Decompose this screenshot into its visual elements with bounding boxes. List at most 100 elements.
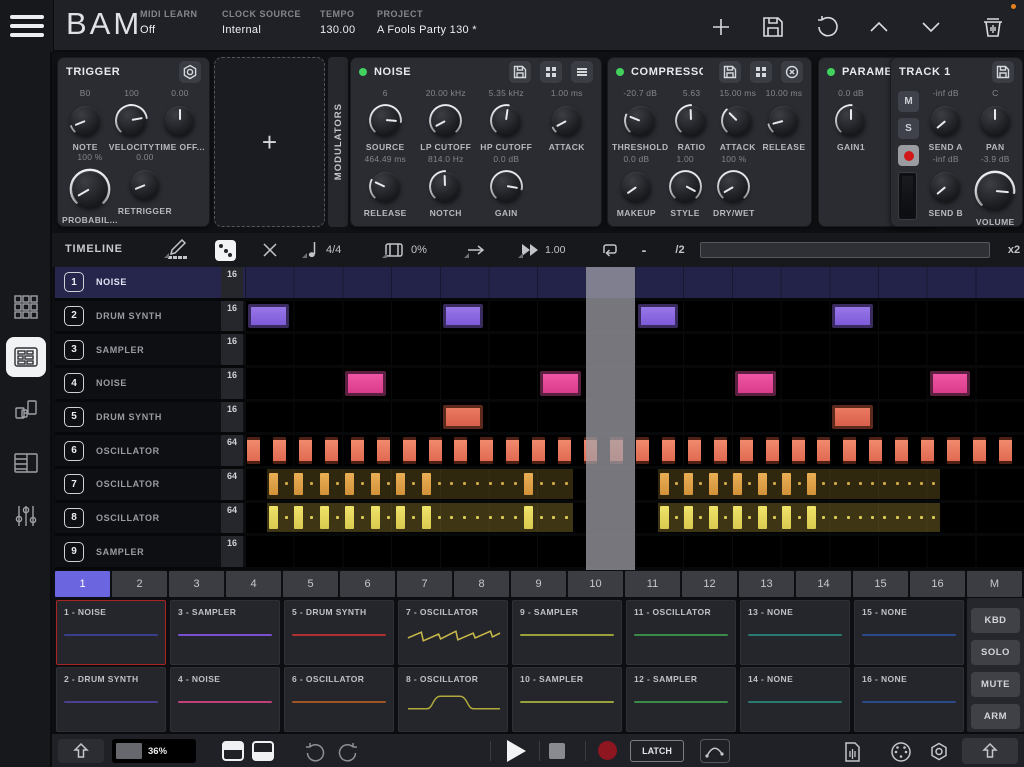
split-bottom-view-button[interactable] xyxy=(252,741,274,761)
step-bar[interactable] xyxy=(766,437,779,464)
pattern-cell-14[interactable]: 14 - NONE xyxy=(740,667,850,732)
pattern-cell-3[interactable]: 3 - SAMPLER xyxy=(170,600,280,665)
pattern-cell-9[interactable]: 9 - SAMPLER xyxy=(512,600,622,665)
scene-tab-14[interactable]: 14 xyxy=(796,571,851,597)
track-row-2[interactable]: 2DRUM SYNTH16 xyxy=(55,301,245,332)
time-signature-button[interactable]: 4/4 xyxy=(302,238,358,262)
grid-row-6[interactable] xyxy=(245,435,1024,466)
step-bar[interactable] xyxy=(792,437,805,464)
step-bar[interactable] xyxy=(247,437,260,464)
pattern-cell-10[interactable]: 10 - SAMPLER xyxy=(512,667,622,732)
step-bar[interactable] xyxy=(454,437,467,464)
sidebar-item-sequencer[interactable] xyxy=(6,337,46,377)
grid-row-5[interactable] xyxy=(245,402,1024,433)
double-label[interactable]: x2 xyxy=(1004,238,1024,262)
knob-dial[interactable] xyxy=(927,168,964,205)
pattern-cell-11[interactable]: 11 - OSCILLATOR xyxy=(626,600,736,665)
pattern-cell-4[interactable]: 4 - NOISE xyxy=(170,667,280,732)
automation-button[interactable] xyxy=(700,739,730,763)
scene-tab-16[interactable]: 16 xyxy=(910,571,965,597)
step-bar[interactable] xyxy=(662,437,675,464)
step-bar[interactable] xyxy=(532,437,545,464)
scene-tab-13[interactable]: 13 xyxy=(739,571,794,597)
split-top-view-button[interactable] xyxy=(222,741,244,761)
active-dot[interactable] xyxy=(616,68,624,76)
scene-tab-6[interactable]: 6 xyxy=(340,571,395,597)
note-clip[interactable] xyxy=(658,503,940,533)
scene-tab-15[interactable]: 15 xyxy=(853,571,908,597)
repeat-button[interactable] xyxy=(598,238,622,262)
step-bar[interactable] xyxy=(973,437,986,464)
mute-button[interactable]: M xyxy=(898,91,919,112)
sidebar-item-launch-grid[interactable] xyxy=(6,287,46,327)
knob-dial[interactable] xyxy=(622,102,659,139)
record-button[interactable] xyxy=(598,741,617,760)
knob-dial[interactable] xyxy=(673,102,710,139)
step-bar[interactable] xyxy=(299,437,312,464)
step-bar[interactable] xyxy=(740,437,753,464)
knob-dial[interactable] xyxy=(113,102,150,139)
knob-dial[interactable] xyxy=(977,102,1014,139)
step-bar[interactable] xyxy=(558,437,571,464)
step-bar[interactable] xyxy=(429,437,442,464)
step-bar[interactable] xyxy=(480,437,493,464)
pattern-block[interactable] xyxy=(443,304,484,329)
step-bar[interactable] xyxy=(636,437,649,464)
grid-row-2[interactable] xyxy=(245,301,1024,332)
pattern-cell-12[interactable]: 12 - SAMPLER xyxy=(626,667,736,732)
knob-dial[interactable] xyxy=(927,102,964,139)
follow-playhead-button[interactable] xyxy=(464,238,498,262)
knob-dial[interactable] xyxy=(367,168,404,205)
midi-icon[interactable] xyxy=(890,741,912,763)
knob-dial[interactable] xyxy=(427,168,464,205)
step-bar[interactable] xyxy=(403,437,416,464)
knob-dial[interactable] xyxy=(488,168,525,205)
pattern-block[interactable] xyxy=(248,304,289,329)
scene-tab-3[interactable]: 3 xyxy=(169,571,224,597)
step-bar[interactable] xyxy=(843,437,856,464)
play-button[interactable] xyxy=(507,740,526,762)
knob-dial[interactable] xyxy=(715,168,752,205)
scene-tab-4[interactable]: 4 xyxy=(226,571,281,597)
record-arm-button[interactable] xyxy=(898,145,919,166)
rate-button[interactable]: 1.00 xyxy=(518,238,576,262)
pattern-cell-1[interactable]: 1 - NOISE xyxy=(56,600,166,665)
settings-hexagon-icon[interactable] xyxy=(928,741,950,763)
draw-tool-button[interactable] xyxy=(164,238,198,262)
knob-dial[interactable] xyxy=(972,168,1018,214)
step-bar[interactable] xyxy=(714,437,727,464)
collapse-up-button[interactable] xyxy=(864,12,894,42)
note-clip[interactable] xyxy=(658,469,940,499)
scene-tab-5[interactable]: 5 xyxy=(283,571,338,597)
scene-tab-M[interactable]: M xyxy=(967,571,1022,597)
scene-tab-11[interactable]: 11 xyxy=(625,571,680,597)
step-bar[interactable] xyxy=(325,437,338,464)
pattern-cell-13[interactable]: 13 - NONE xyxy=(740,600,850,665)
loop-length-button[interactable]: 0% xyxy=(382,238,446,262)
grid-row-3[interactable] xyxy=(245,334,1024,365)
modulators-tab[interactable]: MODULATORS xyxy=(328,57,348,227)
hamburger-menu-button[interactable] xyxy=(0,0,54,52)
step-bar[interactable] xyxy=(377,437,390,464)
pattern-block[interactable] xyxy=(345,371,386,396)
grid-view-icon[interactable] xyxy=(750,61,772,83)
step-bar[interactable] xyxy=(895,437,908,464)
step-bar[interactable] xyxy=(869,437,882,464)
stop-button[interactable] xyxy=(549,743,565,759)
step-bar[interactable] xyxy=(947,437,960,464)
settings-hexagon-icon[interactable] xyxy=(179,61,201,83)
grid-row-4[interactable] xyxy=(245,368,1024,399)
step-bar[interactable] xyxy=(351,437,364,464)
pattern-block[interactable] xyxy=(638,304,679,329)
step-bar[interactable] xyxy=(999,437,1012,464)
undo-button[interactable] xyxy=(302,740,326,764)
playhead[interactable] xyxy=(586,267,635,570)
active-dot[interactable] xyxy=(359,68,367,76)
side-button-solo[interactable]: SOLO xyxy=(971,640,1020,665)
topbar-field-tempo[interactable]: TEMPO130.00 xyxy=(320,9,355,36)
knob-dial[interactable] xyxy=(719,102,756,139)
collapse-panel-button[interactable] xyxy=(962,738,1018,764)
track-row-9[interactable]: 9SAMPLER16 xyxy=(55,536,245,567)
scene-tab-1[interactable]: 1 xyxy=(55,571,110,597)
knob-dial[interactable] xyxy=(67,166,113,212)
